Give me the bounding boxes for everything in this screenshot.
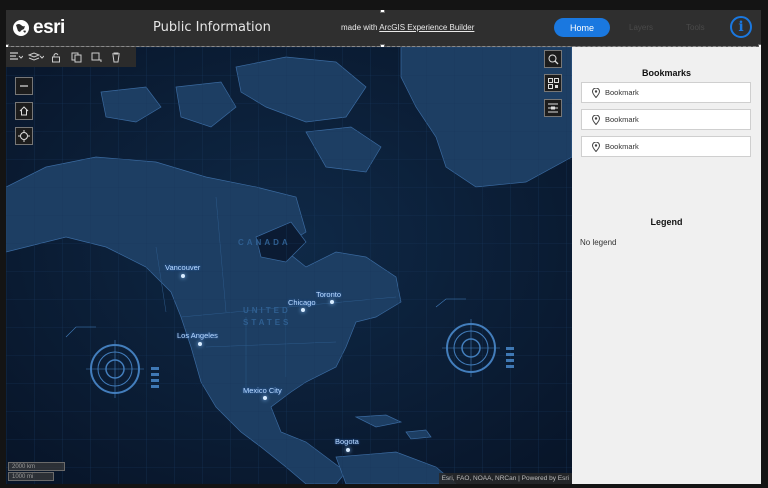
layers-icon[interactable] xyxy=(26,47,46,67)
city-marker[interactable] xyxy=(301,308,305,312)
attribution-text: Esri, FAO, NOAA, NRCan xyxy=(441,475,517,482)
esri-logo[interactable]: esri xyxy=(12,17,65,39)
made-with-text: made with ArcGIS Experience Builder xyxy=(341,23,474,32)
map-view[interactable]: CANADA UNITED STATES Vancouver Toronto C… xyxy=(6,47,572,484)
city-marker[interactable] xyxy=(198,342,202,346)
layer-list-icon[interactable] xyxy=(544,99,562,117)
scale-bar-mi: 1000 mi xyxy=(8,472,54,481)
bookmarks-title: Bookmarks xyxy=(641,68,692,78)
nav-home-button[interactable]: Home xyxy=(554,18,610,37)
basemap xyxy=(6,47,572,484)
bookmark-label: Bookmark xyxy=(605,115,639,124)
city-label: Toronto xyxy=(316,290,342,299)
made-with-prefix: made with xyxy=(341,23,378,32)
city-marker[interactable] xyxy=(330,300,334,304)
bookmark-label: Bookmark xyxy=(605,88,639,97)
side-panel: Bookmarks Bookmark Bookmark Bookmark Leg… xyxy=(572,47,761,484)
widget-toolbar xyxy=(6,47,136,67)
scale-bar-km: 2000 km xyxy=(8,462,65,471)
locate-icon[interactable] xyxy=(15,127,33,145)
qr-icon[interactable] xyxy=(544,74,562,92)
experience-builder-link[interactable]: ArcGIS Experience Builder xyxy=(379,23,474,32)
home-icon[interactable] xyxy=(15,102,33,120)
legend-title: Legend xyxy=(650,217,683,227)
page-title: Public Information xyxy=(153,20,271,35)
nav-layers-button[interactable]: Layers xyxy=(629,23,653,32)
city-label: Bogota xyxy=(335,437,359,446)
nav-tools-button[interactable]: Tools xyxy=(686,23,705,32)
map-pin-icon xyxy=(592,87,600,98)
align-icon[interactable] xyxy=(6,47,26,67)
globe-icon xyxy=(13,20,29,36)
bookmark-item[interactable]: Bookmark xyxy=(581,82,751,103)
info-icon[interactable]: i xyxy=(730,16,752,38)
lock-icon[interactable] xyxy=(46,47,66,67)
region-label: UNITED xyxy=(243,306,291,315)
bookmark-item[interactable]: Bookmark xyxy=(581,136,751,157)
bookmark-label: Bookmark xyxy=(605,142,639,151)
city-label: Mexico City xyxy=(243,386,282,395)
app-header: esri Public Information made with ArcGIS… xyxy=(6,10,761,47)
bookmark-item[interactable]: Bookmark xyxy=(581,109,751,130)
duplicate-icon[interactable] xyxy=(86,47,106,67)
region-label: STATES xyxy=(243,318,292,327)
city-marker[interactable] xyxy=(181,274,185,278)
search-icon[interactable] xyxy=(544,50,562,68)
city-label: Los Angeles xyxy=(177,331,218,340)
map-pin-icon xyxy=(592,114,600,125)
app-frame: esri Public Information made with ArcGIS… xyxy=(6,10,761,484)
delete-icon[interactable] xyxy=(106,47,126,67)
city-marker[interactable] xyxy=(263,396,267,400)
city-label: Chicago xyxy=(288,298,316,307)
resize-handle[interactable] xyxy=(380,10,385,13)
map-pin-icon xyxy=(592,141,600,152)
legend-empty-text: No legend xyxy=(580,238,617,247)
copy-icon[interactable] xyxy=(66,47,86,67)
region-label: CANADA xyxy=(238,238,291,247)
city-marker[interactable] xyxy=(346,448,350,452)
logo-text: esri xyxy=(33,17,65,38)
city-label: Vancouver xyxy=(165,263,201,272)
powered-by-text[interactable]: Powered by Esri xyxy=(522,475,569,482)
zoom-out-icon[interactable] xyxy=(15,77,33,95)
map-attribution: Esri, FAO, NOAA, NRCan | Powered by Esri xyxy=(438,473,572,484)
